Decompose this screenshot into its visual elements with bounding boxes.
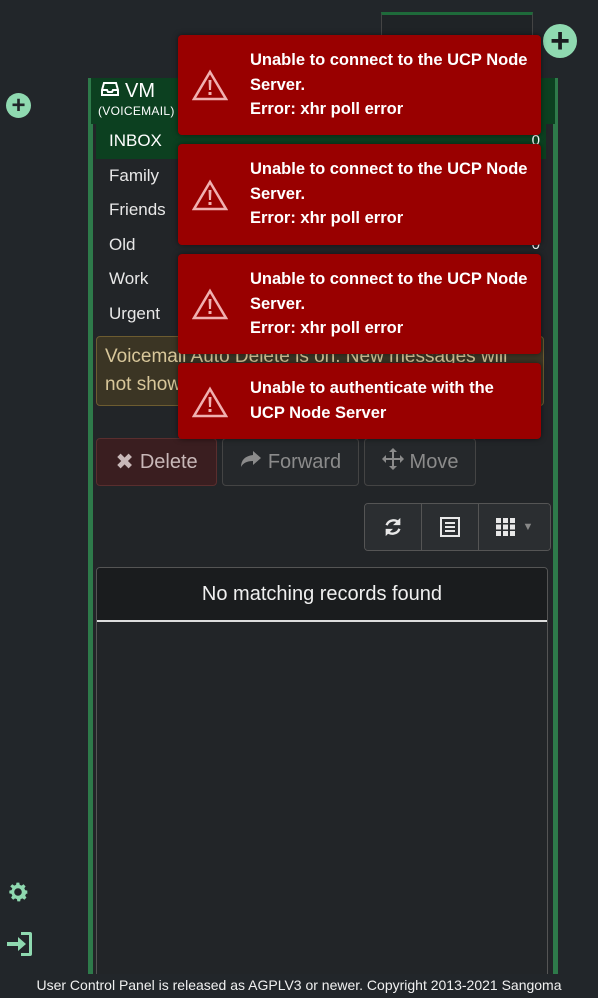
toast-message: Unable to authenticate with the UCP Node… xyxy=(250,376,531,425)
gear-icon[interactable] xyxy=(4,878,32,906)
refresh-icon xyxy=(385,517,401,537)
widget-subtitle: (VOICEMAIL) xyxy=(98,104,175,118)
toast-message: Unable to connect to the UCP Node Server… xyxy=(250,157,531,231)
folder-label: Friends xyxy=(109,200,166,220)
toast-line: Unable to connect to the UCP Node xyxy=(250,160,528,178)
folder-label: INBOX xyxy=(109,131,162,150)
error-toast[interactable]: Unable to authenticate with the UCP Node… xyxy=(178,363,541,439)
logout-icon[interactable] xyxy=(4,930,34,958)
toast-line: Server. xyxy=(250,294,306,313)
folder-label: Family xyxy=(109,165,160,185)
divider xyxy=(553,124,555,978)
add-dashboard-icon[interactable]: + xyxy=(6,93,31,118)
folder-label: Old xyxy=(109,234,136,254)
list-icon xyxy=(440,517,460,537)
toast-line: Error: xhr poll error xyxy=(250,209,404,227)
close-icon: ✖ xyxy=(115,449,134,474)
footer-copyright: User Control Panel is released as AGPLV3… xyxy=(0,974,598,998)
widget-title-text: VM xyxy=(125,80,155,102)
toast-message: Unable to connect to the UCP Node Server… xyxy=(250,48,531,122)
error-toast[interactable]: Unable to connect to the UCP Node Server… xyxy=(178,35,541,135)
inbox-icon xyxy=(101,80,119,103)
toast-line: Server. xyxy=(250,184,306,203)
toast-line: Error: xhr poll error xyxy=(250,319,404,337)
columns-button[interactable]: ▼ xyxy=(479,504,550,550)
divider xyxy=(91,124,93,978)
toast-line: Error: xhr poll error xyxy=(250,100,404,118)
delete-button[interactable]: ✖ Delete xyxy=(96,438,217,486)
widget-title: VM xyxy=(101,80,155,103)
folder-label: Work xyxy=(109,269,149,289)
error-toast[interactable]: Unable to connect to the UCP Node Server… xyxy=(178,144,541,245)
grid-icon xyxy=(495,518,515,536)
empty-table-message: No matching records found xyxy=(97,568,547,622)
share-icon xyxy=(240,450,262,474)
forward-label: Forward xyxy=(267,450,342,473)
forward-button[interactable]: Forward xyxy=(222,438,359,486)
delete-label: Delete xyxy=(139,450,198,473)
error-toast[interactable]: Unable to connect to the UCP Node Server… xyxy=(178,254,541,354)
move-button[interactable]: Move xyxy=(364,438,476,486)
warning-icon xyxy=(192,179,228,211)
toast-line: UCP Node Server xyxy=(250,403,387,422)
warning-icon xyxy=(192,69,228,101)
move-label: Move xyxy=(409,450,459,473)
add-widget-icon[interactable]: + xyxy=(543,24,577,58)
caret-down-icon: ▼ xyxy=(522,521,534,533)
message-actions: ✖ Delete Forward Move xyxy=(96,438,476,486)
toggle-view-button[interactable] xyxy=(422,504,479,550)
toast-message: Unable to connect to the UCP Node Server… xyxy=(250,267,531,341)
toast-line: Unable to authenticate with the xyxy=(250,379,494,397)
toast-line: Server. xyxy=(250,75,306,94)
warning-icon xyxy=(192,288,228,320)
toast-line: Unable to connect to the UCP Node xyxy=(250,270,528,288)
refresh-button[interactable] xyxy=(365,504,422,550)
table-toolbar: ▼ xyxy=(364,503,551,551)
messages-table: No matching records found xyxy=(96,567,548,987)
move-icon xyxy=(381,448,404,476)
folder-label: Urgent xyxy=(109,303,161,323)
warning-icon xyxy=(192,386,228,418)
toast-line: Unable to connect to the UCP Node xyxy=(250,51,528,69)
